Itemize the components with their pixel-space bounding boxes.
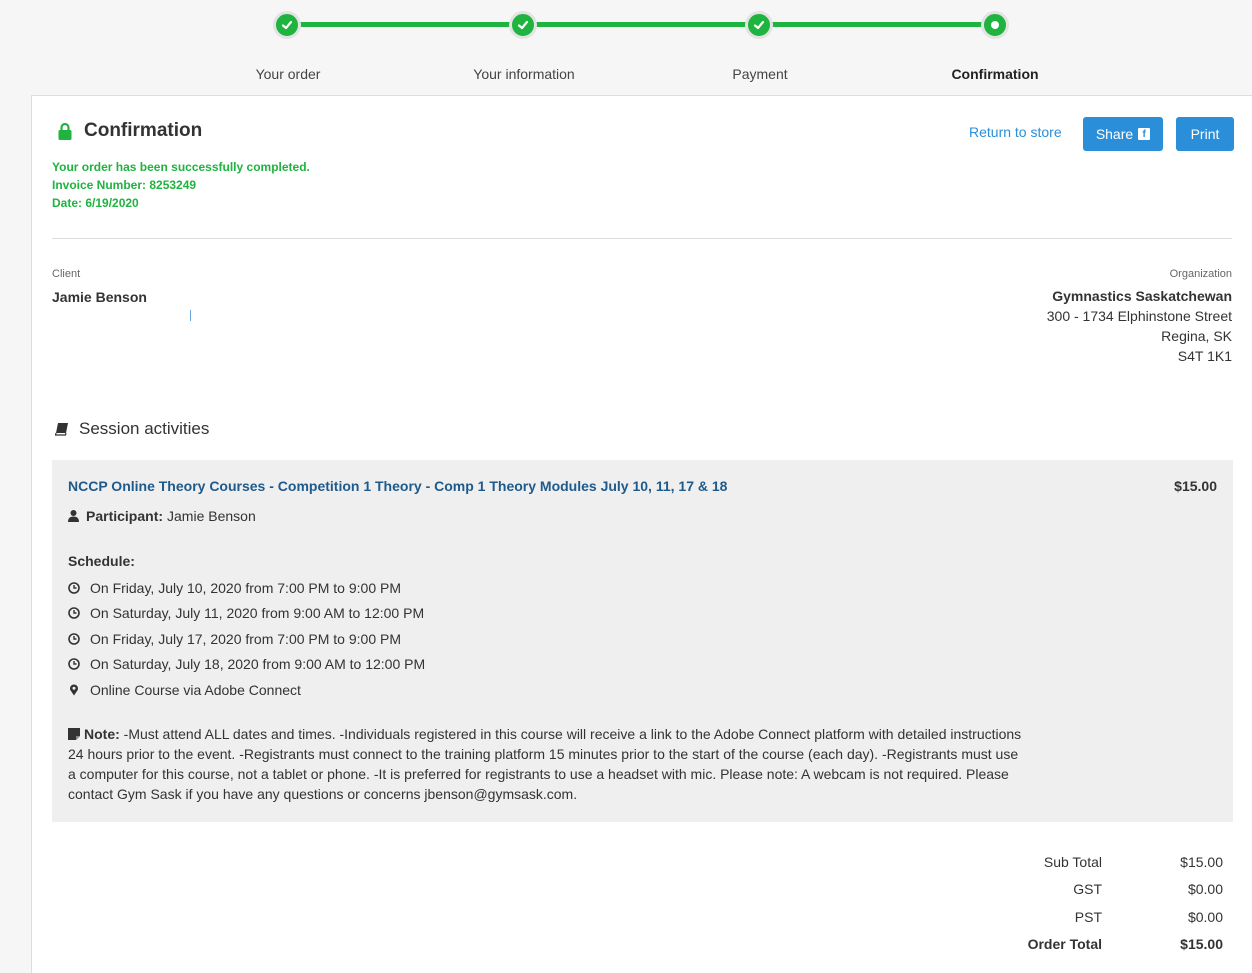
step-label-your-information: Your information (473, 66, 575, 82)
subtotal-value: $15.00 (1180, 853, 1223, 870)
organization-label: Organization (1169, 268, 1232, 280)
note-label: Note: (84, 726, 120, 742)
order-totals: Sub Total $15.00 GST $0.00 PST $0.00 Ord… (992, 848, 1232, 958)
step-2-check-icon (509, 11, 537, 39)
order-date: Date: 6/19/2020 (52, 196, 139, 210)
checkout-stepper: Your order Your information Payment Conf… (0, 0, 1252, 95)
participant-name: Jamie Benson (167, 508, 256, 524)
step-4-current-dot-icon (981, 11, 1009, 39)
step-label-payment: Payment (732, 66, 788, 82)
pst-row: PST $0.00 (992, 903, 1232, 931)
share-button[interactable]: Share f (1083, 117, 1163, 151)
subtotal-row: Sub Total $15.00 (992, 848, 1232, 876)
page-title: Confirmation (84, 120, 203, 141)
facebook-icon: f (1138, 128, 1151, 140)
confirmation-title-row: Confirmation (58, 120, 202, 142)
schedule-item: On Friday, July 17, 2020 from 7:00 PM to… (68, 626, 425, 652)
gst-label: GST (1073, 881, 1102, 898)
share-button-label: Share (1095, 126, 1134, 142)
order-total-value: $15.00 (1180, 936, 1223, 953)
map-marker-icon (70, 684, 78, 696)
activity-price: $15.00 (1174, 478, 1217, 494)
success-message: Your order has been successfully complet… (52, 160, 310, 174)
client-name: Jamie Benson (52, 289, 147, 305)
step-label-confirmation: Confirmation (951, 66, 1039, 82)
book-icon (55, 423, 68, 436)
schedule-item-text: On Friday, July 17, 2020 from 7:00 PM to… (90, 630, 401, 647)
organization-address: 300 - 1734 Elphinstone Street (1046, 308, 1232, 324)
step-label-your-order: Your order (255, 66, 321, 82)
invoice-number: Invoice Number: 8253249 (52, 178, 197, 192)
clock-icon (68, 581, 80, 594)
location-item: Online Course via Adobe Connect (68, 677, 425, 703)
step-1-check-icon (273, 11, 301, 39)
clock-icon (68, 632, 80, 645)
schedule-item-text: On Friday, July 10, 2020 from 7:00 PM to… (90, 579, 401, 596)
schedule-label: Schedule: (68, 553, 135, 569)
pst-value: $0.00 (1187, 908, 1223, 925)
session-activities-heading: Session activities (55, 419, 209, 439)
activity-note: Note: -Must attend ALL dates and times. … (68, 724, 1028, 804)
location-text: Online Course via Adobe Connect (90, 681, 301, 698)
activity-title: NCCP Online Theory Courses - Competition… (68, 478, 728, 494)
text-cursor (190, 310, 191, 321)
schedule-list: On Friday, July 10, 2020 from 7:00 PM to… (68, 575, 425, 703)
clock-icon (68, 607, 80, 620)
stepper-progress-line (287, 22, 997, 27)
order-total-row: Order Total $15.00 (992, 931, 1232, 959)
step-3-check-icon (745, 11, 773, 39)
schedule-item: On Friday, July 10, 2020 from 7:00 PM to… (68, 575, 425, 601)
schedule-item: On Saturday, July 18, 2020 from 9:00 AM … (68, 652, 425, 678)
print-button[interactable]: Print (1176, 117, 1234, 151)
sticky-note-icon (68, 728, 80, 740)
schedule-item-text: On Saturday, July 11, 2020 from 9:00 AM … (90, 605, 425, 622)
clock-icon (68, 658, 80, 671)
user-icon (68, 510, 79, 522)
pst-label: PST (1074, 908, 1102, 925)
subtotal-label: Sub Total (1043, 853, 1102, 870)
organization-postal: S4T 1K1 (1177, 348, 1232, 364)
note-text: -Must attend ALL dates and times. -Indiv… (68, 726, 1022, 802)
order-success-block: Your order has been successfully complet… (52, 158, 310, 212)
organization-block: Organization Gymnastics Saskatchewan 300… (1047, 268, 1232, 366)
header-divider (52, 238, 1232, 239)
participant-row: Participant: Jamie Benson (68, 508, 256, 524)
schedule-item-text: On Saturday, July 18, 2020 from 9:00 AM … (90, 656, 426, 673)
organization-city: Regina, SK (1161, 328, 1232, 344)
schedule-item: On Saturday, July 11, 2020 from 9:00 AM … (68, 601, 425, 627)
organization-name: Gymnastics Saskatchewan (1052, 288, 1232, 304)
gst-value: $0.00 (1187, 881, 1223, 898)
gst-row: GST $0.00 (992, 876, 1232, 904)
return-to-store-link[interactable]: Return to store (969, 124, 1062, 140)
order-total-label: Order Total (1027, 936, 1102, 953)
client-label: Client (52, 268, 81, 280)
participant-label: Participant: (86, 508, 164, 524)
activity-card: NCCP Online Theory Courses - Competition… (52, 460, 1233, 822)
session-activities-label: Session activities (79, 419, 210, 438)
lock-icon (58, 122, 72, 140)
confirmation-panel: Confirmation Your order has been success… (31, 95, 1252, 973)
